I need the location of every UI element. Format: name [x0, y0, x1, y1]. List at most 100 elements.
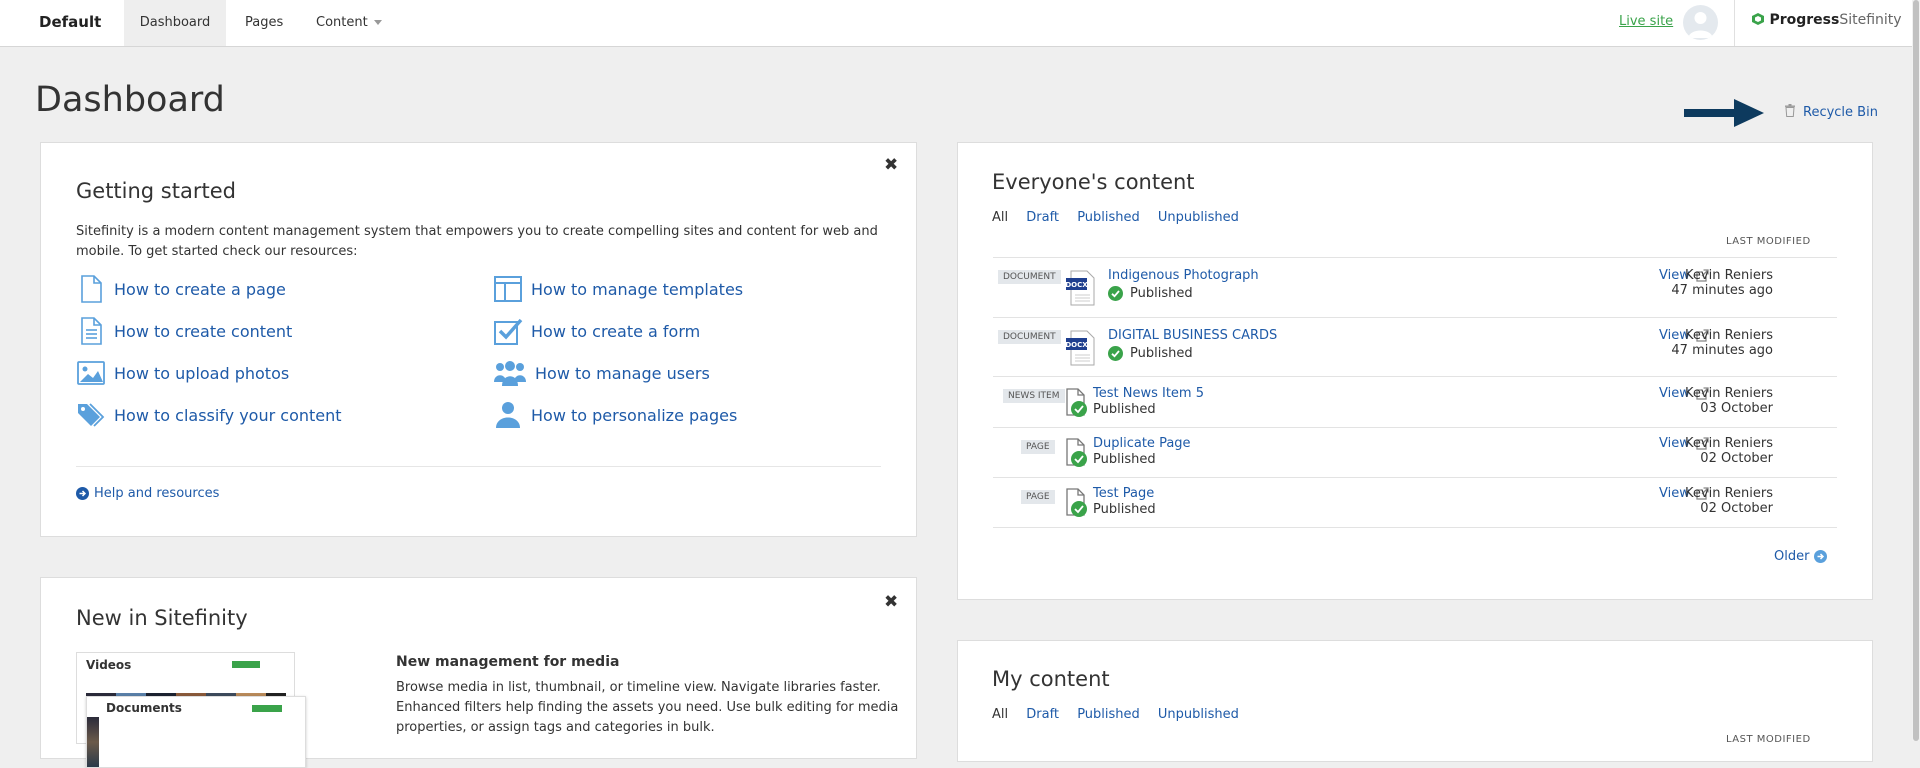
live-site-link[interactable]: Live site	[1619, 14, 1673, 29]
link-upload-photos[interactable]: How to upload photos	[76, 357, 289, 389]
link-create-content[interactable]: How to create content	[76, 315, 292, 347]
filter-published[interactable]: Published	[1077, 707, 1140, 722]
published-check-icon	[1108, 286, 1123, 301]
status-label: Published	[1130, 346, 1193, 361]
filter-published[interactable]: Published	[1077, 210, 1140, 225]
modified-time: 47 minutes ago	[1671, 283, 1773, 298]
filter-unpublished[interactable]: Unpublished	[1158, 210, 1239, 225]
older-label: Older	[1774, 549, 1810, 564]
modified-time: 02 October	[1700, 501, 1773, 516]
logo-progress-text: Progress	[1769, 12, 1840, 28]
site-name[interactable]: Default	[39, 13, 101, 31]
tab-pages[interactable]: Pages	[245, 0, 283, 46]
getting-started-intro: Sitefinity is a modern content managemen…	[76, 224, 878, 259]
filter-all[interactable]: All	[992, 707, 1008, 722]
link-label: How to create a page	[114, 279, 286, 299]
link-manage-templates[interactable]: How to manage templates	[493, 273, 743, 305]
page-icon	[81, 275, 102, 303]
tab-content-label: Content	[316, 15, 368, 30]
author-name: Kevin Reniers	[1685, 386, 1773, 401]
older-link[interactable]: Older	[1774, 549, 1828, 564]
thumb-button	[232, 661, 260, 668]
type-badge: PAGE	[1021, 440, 1055, 454]
help-resources-link[interactable]: Help and resources	[76, 486, 219, 501]
help-resources-label: Help and resources	[94, 486, 220, 501]
link-classify-content[interactable]: How to classify your content	[76, 399, 342, 431]
getting-started-card: ✖ Getting started Sitefinity is a modern…	[40, 142, 917, 537]
content-title-link[interactable]: DIGITAL BUSINESS CARDS	[1108, 328, 1277, 343]
new-in-sitefinity-card: ✖ New in Sitefinity Videos Documents New…	[40, 577, 917, 768]
published-page-icon	[1066, 488, 1087, 517]
my-content-filter-tabs: All Draft Published Unpublished	[992, 707, 1253, 722]
author-block: Kevin Reniers 47 minutes ago	[1671, 268, 1773, 298]
modified-time: 02 October	[1700, 451, 1773, 466]
content-title-link[interactable]: Test News Item 5	[1093, 386, 1204, 401]
template-icon	[494, 276, 522, 302]
arrow-circle-right-icon	[76, 487, 89, 500]
type-badge: DOCUMENT	[998, 330, 1061, 344]
content-row: PAGE Test Page Published View Kevin Reni…	[993, 477, 1837, 528]
everyones-filter-tabs: All Draft Published Unpublished	[992, 210, 1253, 225]
content-icon	[81, 317, 102, 345]
thumb-doc-strip	[87, 717, 99, 767]
recycle-bin-link[interactable]: Recycle Bin	[1785, 104, 1878, 120]
content-title-link[interactable]: Test Page	[1093, 486, 1154, 501]
close-icon[interactable]: ✖	[884, 592, 898, 612]
new-in-sitefinity-title: New in Sitefinity	[76, 606, 248, 630]
link-label: How to manage templates	[531, 279, 744, 299]
logo-sitefinity-text: Sitefinity	[1839, 12, 1902, 28]
thumb-documents-title: Documents	[106, 701, 182, 715]
link-label: How to create a form	[531, 321, 701, 341]
scrollbar[interactable]	[1912, 0, 1920, 741]
filter-all[interactable]: All	[992, 210, 1008, 225]
media-preview-image: Videos Documents	[76, 652, 306, 768]
my-content-title: My content	[992, 667, 1110, 691]
divider	[1734, 0, 1735, 46]
link-label: How to upload photos	[114, 363, 290, 383]
thumb-button	[252, 705, 282, 712]
status-label: Published	[1093, 502, 1156, 517]
filter-unpublished[interactable]: Unpublished	[1158, 707, 1239, 722]
thumb-videos-title: Videos	[86, 658, 132, 672]
content-title-link[interactable]: Duplicate Page	[1093, 436, 1191, 451]
status-label: Published	[1130, 286, 1193, 301]
content-title-link[interactable]: Indigenous Photograph	[1108, 268, 1259, 283]
users-icon	[494, 361, 526, 386]
link-create-page[interactable]: How to create a page	[76, 273, 286, 305]
form-check-icon	[494, 318, 523, 345]
avatar[interactable]	[1683, 5, 1718, 40]
page-title: Dashboard	[35, 80, 225, 120]
tags-icon	[78, 403, 105, 427]
type-badge: DOCUMENT	[998, 270, 1061, 284]
author-name: Kevin Reniers	[1685, 268, 1773, 283]
tab-pages-label: Pages	[245, 15, 284, 30]
tab-content[interactable]: Content	[316, 0, 382, 46]
link-label: How to manage users	[535, 363, 710, 383]
divider	[76, 466, 881, 467]
link-label: How to classify your content	[114, 405, 342, 425]
close-icon[interactable]: ✖	[884, 155, 898, 175]
getting-started-title: Getting started	[76, 179, 236, 203]
user-icon	[496, 402, 520, 428]
status: Published	[1093, 502, 1156, 517]
trash-icon	[1785, 104, 1795, 117]
filter-draft[interactable]: Draft	[1026, 707, 1059, 722]
arrow-circle-right-icon	[1814, 550, 1828, 563]
tab-dashboard[interactable]: Dashboard	[124, 0, 226, 46]
recycle-bin-label: Recycle Bin	[1803, 105, 1878, 120]
status: Published	[1093, 452, 1156, 467]
docx-file-icon: DOCX	[1065, 270, 1095, 306]
status-label: Published	[1093, 402, 1156, 417]
author-name: Kevin Reniers	[1685, 328, 1773, 343]
author-block: Kevin Reniers 03 October	[1685, 386, 1773, 416]
filter-draft[interactable]: Draft	[1026, 210, 1059, 225]
content-row: DOCUMENT DOCX Indigenous Photograph Publ…	[993, 257, 1837, 317]
scrollbar-thumb[interactable]	[1913, 0, 1919, 741]
link-create-form[interactable]: How to create a form	[493, 315, 700, 347]
new-feature-subtitle: New management for media	[396, 654, 620, 670]
link-manage-users[interactable]: How to manage users	[493, 357, 710, 389]
link-personalize-pages[interactable]: How to personalize pages	[493, 399, 737, 431]
everyones-content-title: Everyone's content	[992, 170, 1195, 194]
author-name: Kevin Reniers	[1685, 436, 1773, 451]
chevron-down-icon	[373, 20, 382, 25]
